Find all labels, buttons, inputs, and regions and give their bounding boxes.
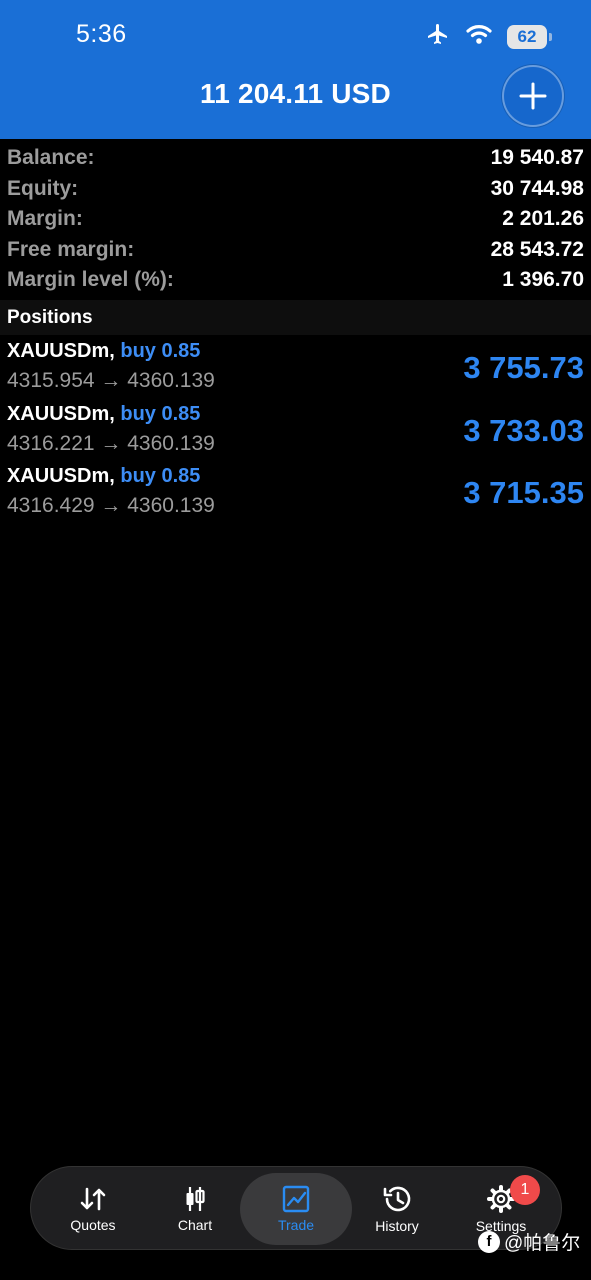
position-side: buy 0.85 <box>120 402 201 425</box>
equity-value: 30 744.98 <box>490 176 584 200</box>
free-margin-label: Free margin: <box>7 237 135 261</box>
status-time: 5:36 <box>76 20 127 48</box>
position-prices: 4315.954 → 4360.139 <box>7 369 215 392</box>
positions-list: XAUUSDm, buy 0.85 4315.954 → 4360.139 3 … <box>0 338 591 526</box>
position-prices: 4316.429 → 4360.139 <box>7 494 215 517</box>
tab-label: History <box>375 1218 419 1234</box>
watermark: f @帕鲁尔 <box>478 1228 580 1255</box>
position-symbol: XAUUSDm, buy 0.85 <box>7 465 200 488</box>
free-margin-value: 28 543.72 <box>490 237 584 261</box>
watermark-text: @帕鲁尔 <box>504 1233 581 1254</box>
positions-title: Positions <box>7 306 93 328</box>
margin-label: Margin: <box>7 207 83 231</box>
summary-row-equity: Equity: 30 744.98 <box>0 174 591 205</box>
positions-section-header: Positions <box>0 300 591 335</box>
position-row[interactable]: XAUUSDm, buy 0.85 4316.429 → 4360.139 3 … <box>0 463 591 526</box>
tab-label: Trade <box>277 1217 315 1233</box>
history-icon <box>383 1186 411 1212</box>
position-symbol: XAUUSDm, buy 0.85 <box>7 403 200 426</box>
balance-value: 19 540.87 <box>490 146 584 170</box>
position-symbol: XAUUSDm, buy 0.85 <box>7 340 200 363</box>
symbol-name: XAUUSDm, <box>7 402 115 425</box>
margin-value: 2 201.26 <box>502 207 584 231</box>
app-header: 5:36 62 11 204.11 USD <box>0 0 591 139</box>
status-icons: 62 <box>425 22 552 51</box>
summary-row-margin-level: Margin level (%): 1 396.70 <box>0 265 591 296</box>
quotes-icon <box>80 1187 106 1211</box>
tab-history[interactable]: History <box>341 1173 453 1245</box>
position-prices: 4316.221 → 4360.139 <box>7 431 215 455</box>
add-order-button[interactable] <box>502 65 564 127</box>
candlestick-icon <box>186 1187 205 1211</box>
tab-label: Chart <box>177 1217 213 1233</box>
position-side: buy 0.85 <box>120 465 201 487</box>
battery-indicator: 62 <box>507 24 552 49</box>
margin-level-label: Margin level (%): <box>7 268 174 292</box>
summary-row-free-margin: Free margin: 28 543.72 <box>0 235 591 266</box>
airplane-icon <box>425 22 451 51</box>
summary-row-balance: Balance: 19 540.87 <box>0 143 591 174</box>
balance-label: Balance: <box>7 146 95 170</box>
symbol-name: XAUUSDm, <box>7 340 115 362</box>
watermark-logo-icon: f <box>478 1230 500 1253</box>
plus-icon <box>519 82 547 110</box>
wifi-icon <box>465 23 493 50</box>
position-side: buy 0.85 <box>120 340 201 362</box>
trade-chart-icon <box>282 1185 310 1213</box>
position-profit: 3 733.03 <box>463 412 584 448</box>
position-profit: 3 715.35 <box>463 475 584 510</box>
position-profit: 3 755.73 <box>463 350 584 385</box>
tab-chart[interactable]: Chart <box>139 1173 251 1245</box>
tab-quotes[interactable]: Quotes <box>37 1173 149 1245</box>
symbol-name: XAUUSDm, <box>7 465 115 487</box>
position-row[interactable]: XAUUSDm, buy 0.85 4315.954 → 4360.139 3 … <box>0 338 591 401</box>
tab-trade[interactable]: Trade <box>240 1173 352 1245</box>
equity-label: Equity: <box>7 176 79 200</box>
summary-row-margin: Margin: 2 201.26 <box>0 204 591 235</box>
account-summary: Balance: 19 540.87 Equity: 30 744.98 Mar… <box>0 143 591 296</box>
settings-notification-badge: 1 <box>510 1175 540 1205</box>
tab-label: Quotes <box>70 1217 116 1233</box>
position-row[interactable]: XAUUSDm, buy 0.85 4316.221 → 4360.139 3 … <box>0 401 591 464</box>
margin-level-value: 1 396.70 <box>502 268 584 292</box>
